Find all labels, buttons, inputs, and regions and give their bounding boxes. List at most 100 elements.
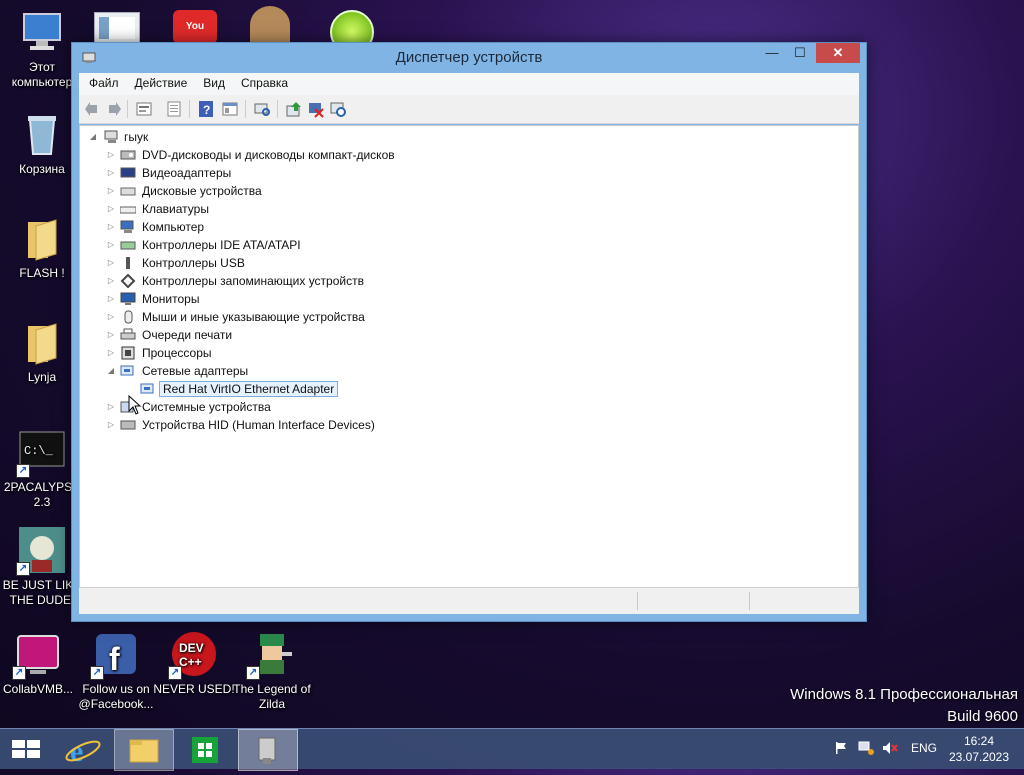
- mouse-cursor-icon: [128, 394, 142, 415]
- volume-muted-icon[interactable]: [882, 741, 898, 755]
- device-manager-window[interactable]: Диспетчер устройств — ☐ ✕ Файл Действие Ви…: [71, 42, 867, 622]
- update-driver-icon[interactable]: [285, 100, 303, 118]
- shortcut-arrow-icon: ↗: [246, 666, 260, 680]
- back-icon[interactable]: [83, 100, 101, 118]
- expand-arrow-icon[interactable]: ▷: [106, 240, 116, 250]
- title-bar[interactable]: Диспетчер устройств — ☐ ✕: [72, 43, 866, 73]
- shortcut-arrow-icon: ↗: [168, 666, 182, 680]
- tree-category-label: DVD-дисководы и дисководы компакт-дисков: [142, 148, 395, 162]
- store-button[interactable]: [176, 729, 234, 769]
- expand-arrow-icon[interactable]: ▷: [106, 222, 116, 232]
- expand-arrow-icon[interactable]: ▷: [106, 420, 116, 430]
- expand-arrow-icon[interactable]: ▷: [106, 168, 116, 178]
- device-tree[interactable]: ◢ гыук ▷ DVD-дисководы и дисководы компак…: [79, 125, 859, 588]
- maximize-button[interactable]: ☐: [786, 43, 814, 63]
- shortcut-arrow-icon: ↗: [16, 464, 30, 478]
- youtube-icon[interactable]: You Tube: [173, 10, 217, 66]
- tree-category-label: Контроллеры запоминающих устройств: [142, 274, 364, 288]
- file-explorer-button[interactable]: [114, 729, 174, 771]
- facebook-icon: f ↗: [90, 630, 140, 680]
- expand-arrow-icon[interactable]: ▷: [106, 276, 116, 286]
- usb-controller-icon: [120, 256, 136, 270]
- shortcut-arrow-icon: ↗: [16, 562, 30, 576]
- language-indicator[interactable]: ENG: [911, 741, 937, 755]
- menu-bar: Файл Действие Вид Справка: [79, 73, 859, 95]
- folder-icon: [18, 214, 66, 262]
- desktop-icon-collabvm[interactable]: ↗ CollabVMB...: [0, 630, 80, 697]
- svg-text:f: f: [109, 641, 120, 677]
- computer-icon: [18, 8, 66, 56]
- collapse-arrow-icon[interactable]: ◢: [88, 132, 98, 142]
- shortcut-arrow-icon: ↗: [90, 666, 104, 680]
- network-icon[interactable]: [858, 741, 874, 755]
- expand-arrow-icon[interactable]: ▷: [106, 186, 116, 196]
- start-icon: [12, 740, 40, 758]
- expand-arrow-icon[interactable]: ▷: [106, 402, 116, 412]
- computer-icon: [120, 220, 136, 234]
- action-center-flag-icon[interactable]: [834, 741, 848, 755]
- desktop-icon-label: Follow us on @Facebook...: [78, 682, 154, 711]
- processor-icon: [120, 346, 136, 360]
- expand-arrow-icon[interactable]: ▷: [106, 348, 116, 358]
- svg-text:DEV: DEV: [179, 641, 204, 655]
- tree-category-label: Дисковые устройства: [142, 184, 262, 198]
- tree-category-label: Мониторы: [142, 292, 200, 306]
- device-manager-taskbar-button[interactable]: [238, 729, 298, 771]
- expand-arrow-icon[interactable]: ▷: [106, 258, 116, 268]
- tree-category-label: Видеоадаптеры: [142, 166, 232, 180]
- notepad-icon[interactable]: [94, 12, 140, 46]
- dvd-drive-icon: [120, 148, 136, 162]
- desktop-icon-zilda[interactable]: ↗ The Legend of Zilda: [230, 630, 314, 712]
- clock[interactable]: 16:24 23.07.2023: [948, 733, 1010, 765]
- svg-text:C++: C++: [179, 655, 202, 669]
- devcpp-icon: DEV C++ ↗: [168, 630, 218, 680]
- show-hidden-icon[interactable]: [165, 100, 183, 118]
- svg-text:C:\_: C:\_: [24, 444, 54, 458]
- minimize-button[interactable]: —: [758, 43, 786, 63]
- expand-arrow-icon[interactable]: ▷: [106, 330, 116, 340]
- start-button[interactable]: [0, 729, 58, 769]
- collapse-arrow-icon[interactable]: ◢: [106, 366, 116, 376]
- menu-action[interactable]: Действие: [125, 73, 194, 90]
- menu-help[interactable]: Справка: [231, 73, 294, 90]
- portrait-icon[interactable]: [250, 6, 290, 44]
- desktop-icon-facebook[interactable]: f ↗ Follow us on @Facebook...: [74, 630, 158, 712]
- tree-device-label: Red Hat VirtIO Ethernet Adapter: [159, 381, 339, 397]
- menu-view[interactable]: Вид: [193, 73, 231, 90]
- properties-icon[interactable]: [135, 100, 153, 118]
- clock-date: 23.07.2023: [948, 750, 1010, 764]
- store-icon: [192, 737, 218, 763]
- disable-device-icon[interactable]: [307, 100, 325, 118]
- scan-icon[interactable]: [253, 100, 271, 118]
- hid-icon: [120, 418, 136, 432]
- internet-explorer-button[interactable]: e: [56, 729, 114, 769]
- collabvm-icon: ↗: [12, 630, 62, 680]
- ethernet-adapter-icon: [140, 382, 156, 396]
- tree-category-label: Клавиатуры: [142, 202, 209, 216]
- toolbar: ?: [79, 95, 859, 124]
- zilda-icon: ↗: [246, 630, 296, 680]
- console-tree-icon[interactable]: [221, 100, 239, 118]
- forward-icon[interactable]: [105, 100, 123, 118]
- taskbar: e ENG 16:24 23.07.2023: [0, 728, 1024, 771]
- storage-controller-icon: [120, 273, 136, 289]
- expand-arrow-icon[interactable]: ▷: [106, 204, 116, 214]
- tree-category-label: Контроллеры USB: [142, 256, 245, 270]
- menu-file[interactable]: Файл: [79, 73, 125, 90]
- monitor-icon: [120, 292, 136, 306]
- uninstall-device-icon[interactable]: [329, 100, 347, 118]
- tree-category-label: Системные устройства: [142, 400, 271, 414]
- desktop-icon-devcpp[interactable]: DEV C++ ↗ NEVER USED!: [152, 630, 236, 697]
- expand-arrow-icon[interactable]: ▷: [106, 294, 116, 304]
- tree-root-label: гыук: [124, 130, 149, 144]
- help-icon[interactable]: ?: [197, 100, 215, 118]
- file-explorer-icon: [129, 739, 159, 763]
- disk-drive-icon: [120, 184, 136, 198]
- computer-icon: [104, 130, 120, 144]
- shortcut-arrow-icon: ↗: [12, 666, 26, 680]
- close-button[interactable]: ✕: [816, 43, 860, 63]
- desktop-icon-label: The Legend of Zilda: [233, 682, 311, 711]
- expand-arrow-icon[interactable]: ▷: [106, 312, 116, 322]
- mouse-icon: [120, 310, 136, 324]
- expand-arrow-icon[interactable]: ▷: [106, 150, 116, 160]
